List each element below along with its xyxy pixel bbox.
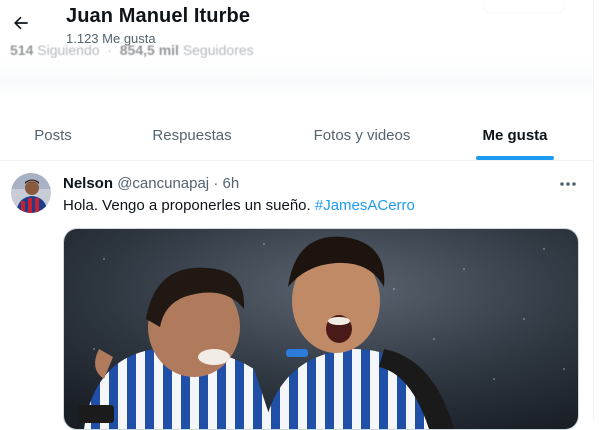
tweet-photo[interactable]: [63, 228, 579, 430]
likes-count: 1.123 Me gusta: [66, 31, 156, 46]
column-border: [593, 0, 594, 420]
author-name[interactable]: Nelson: [63, 175, 113, 192]
avatar[interactable]: [11, 173, 51, 213]
tweet-text: Hola. Vengo a proponerles un sueño. #Jam…: [63, 196, 415, 216]
tab-likes[interactable]: Me gusta: [446, 110, 584, 160]
active-tab-indicator: [476, 156, 554, 160]
follow-button-ghost: [483, 6, 565, 13]
tweet-body: Hola. Vengo a proponerles un sueño.: [63, 197, 315, 214]
author-handle[interactable]: @cancunapaj: [117, 175, 209, 192]
profile-tabs: Posts Respuestas Fotos y videos Me gusta: [0, 110, 593, 161]
arrow-left-icon: [14, 16, 28, 30]
header-fade: [0, 58, 593, 98]
tab-posts[interactable]: Posts: [0, 110, 106, 160]
meta-separator: ·: [213, 175, 219, 192]
tweet-header: Nelson @cancunapaj · 6h: [63, 175, 239, 192]
back-button[interactable]: [6, 8, 36, 38]
tweet-time[interactable]: 6h: [223, 175, 240, 192]
profile-title: Juan Manuel Iturbe: [66, 5, 251, 27]
more-button[interactable]: [556, 174, 580, 194]
more-horizontal-icon: [560, 182, 576, 186]
tab-replies[interactable]: Respuestas: [106, 110, 278, 160]
hashtag-link[interactable]: #JamesACerro: [315, 197, 415, 214]
tab-media[interactable]: Fotos y videos: [278, 110, 446, 160]
